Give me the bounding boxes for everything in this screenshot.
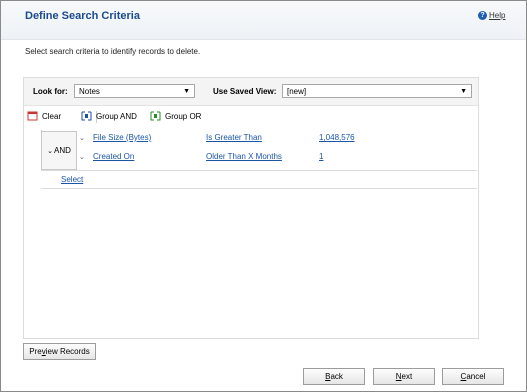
preview-records-button[interactable]: Preview Records: [23, 343, 96, 360]
saved-view-value: [new]: [287, 87, 307, 96]
group-operator-toggle[interactable]: ⌄ AND: [41, 131, 77, 170]
help-label: Help: [489, 11, 506, 20]
condition-operator-link[interactable]: Older Than X Months: [206, 152, 282, 161]
help-icon: ?: [478, 11, 487, 20]
cancel-label-post: ancel: [466, 372, 486, 381]
criteria-panel: Look for: Notes ▼ Use Saved View: [new] …: [23, 77, 479, 339]
next-label-post: ext: [401, 372, 413, 381]
clear-icon: [27, 111, 38, 121]
condition-row: ⌄ Created On Older Than X Months 1: [79, 151, 459, 165]
group-or-label: Group OR: [165, 111, 202, 121]
condition-field-link[interactable]: Created On: [93, 152, 134, 161]
saved-view-label: Use Saved View:: [213, 87, 277, 96]
group-and-button[interactable]: Group AND: [81, 111, 137, 121]
look-for-value: Notes: [79, 87, 100, 96]
next-button[interactable]: Next: [373, 368, 435, 385]
group-and-icon: [81, 111, 92, 121]
look-for-select[interactable]: Notes ▼: [74, 84, 195, 98]
back-button[interactable]: Back: [303, 368, 365, 385]
preview-label-post: iew Records: [45, 347, 90, 356]
preview-label-pre: Pre: [29, 347, 42, 356]
group-operator-label: AND: [53, 146, 71, 155]
look-for-row: Look for: Notes ▼ Use Saved View: [new] …: [24, 78, 478, 106]
back-label-post: ack: [330, 372, 343, 381]
group-or-button[interactable]: Group OR: [150, 111, 201, 121]
select-link[interactable]: Select: [61, 175, 83, 184]
condition-field-link[interactable]: File Size (Bytes): [93, 133, 151, 142]
criteria-toolbar: Clear Group AND Group OR: [24, 106, 478, 126]
dialog-header: Define Search Criteria ? Help: [1, 1, 526, 40]
instruction-text: Select search criteria to identify recor…: [25, 47, 201, 56]
help-link[interactable]: ? Help: [478, 11, 505, 20]
condition-operator-link[interactable]: Is Greater Than: [206, 133, 262, 142]
select-row: Select: [41, 170, 477, 189]
dialog-window: Define Search Criteria ? Help Select sea…: [0, 0, 527, 392]
condition-value-link[interactable]: 1: [319, 152, 323, 161]
group-or-icon: [150, 111, 161, 121]
cancel-button[interactable]: Cancel: [442, 368, 504, 385]
chevron-down-icon: ⌄: [47, 147, 53, 155]
clear-button[interactable]: Clear: [27, 111, 61, 121]
condition-row: ⌄ File Size (Bytes) Is Greater Than 1,04…: [79, 132, 459, 146]
chevron-down-icon[interactable]: ⌄: [79, 153, 85, 161]
dialog-title: Define Search Criteria: [25, 10, 140, 22]
dropdown-arrow-icon: ▼: [183, 88, 190, 95]
clear-label: Clear: [42, 111, 62, 121]
dropdown-arrow-icon: ▼: [460, 88, 467, 95]
chevron-down-icon[interactable]: ⌄: [79, 134, 85, 142]
group-and-label: Group AND: [96, 111, 137, 121]
condition-value-link[interactable]: 1,048,576: [319, 133, 355, 142]
saved-view-select[interactable]: [new] ▼: [282, 84, 472, 98]
look-for-label: Look for:: [33, 87, 68, 96]
